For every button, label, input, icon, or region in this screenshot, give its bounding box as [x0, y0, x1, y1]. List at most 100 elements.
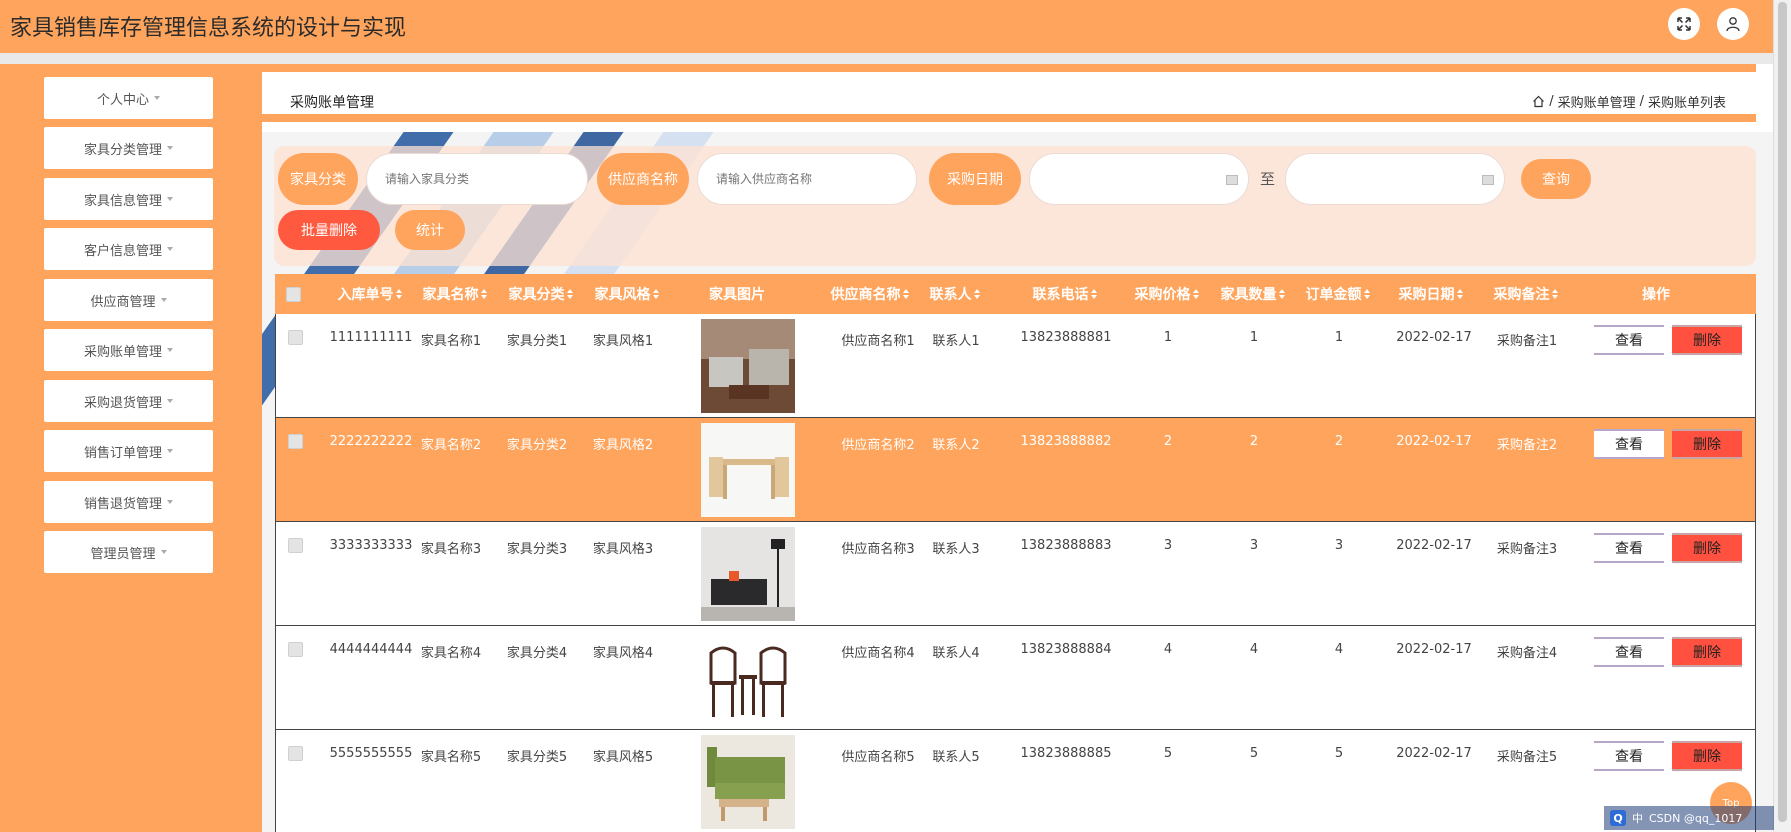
cell-quantity: 2 — [1249, 434, 1259, 449]
end-date-field[interactable] — [1285, 153, 1505, 205]
cell-price: 3 — [1163, 538, 1173, 553]
column-header-date[interactable]: 采购日期 — [1381, 274, 1481, 314]
column-header-id[interactable]: 入库单号 — [325, 274, 415, 314]
column-header-category[interactable]: 家具分类 — [491, 274, 591, 314]
breadcrumb-item-module[interactable]: 采购账单管理 — [1558, 92, 1636, 111]
column-header-supplier[interactable]: 供应商名称 — [815, 274, 925, 314]
column-header-note[interactable]: 采购备注 — [1476, 274, 1576, 314]
date-range-separator: 至 — [1260, 170, 1276, 188]
sidebar-item-furniture-info[interactable]: 家具信息管理 — [44, 178, 213, 220]
sidebar-item-label: 销售退货管理 — [83, 496, 162, 512]
view-button[interactable]: 查看 — [1594, 325, 1664, 355]
cell-contact: 联系人2 — [932, 438, 980, 453]
furniture-image[interactable] — [701, 735, 795, 829]
view-button[interactable]: 查看 — [1594, 429, 1664, 459]
table-row[interactable]: 4444444444 家具名称4 家具分类4 家具风格4 供应商名称4 联系人4… — [275, 626, 1756, 730]
cell-price: 4 — [1163, 642, 1173, 657]
sidebar-item-supplier[interactable]: 供应商管理 — [44, 279, 213, 321]
fullscreen-button[interactable] — [1668, 8, 1700, 40]
column-header-price[interactable]: 采购价格 — [1117, 274, 1217, 314]
cell-amount: 2 — [1334, 434, 1344, 449]
table-row[interactable]: 3333333333 家具名称3 家具分类3 家具风格3 供应商名称3 联系人3… — [275, 522, 1756, 626]
furniture-image[interactable] — [701, 319, 795, 413]
page-title: 采购账单管理 — [290, 95, 374, 111]
supplier-search-input[interactable] — [697, 153, 917, 205]
sidebar-item-label: 个人中心 — [96, 92, 149, 108]
cell-note: 采购备注4 — [1496, 646, 1558, 661]
select-all-checkbox[interactable] — [283, 274, 303, 314]
start-date-field[interactable] — [1029, 153, 1249, 205]
row-checkbox[interactable] — [288, 330, 303, 345]
breadcrumb-separator: / — [1639, 94, 1644, 109]
sidebar-item-admin[interactable]: 管理员管理 — [44, 531, 213, 573]
home-icon[interactable] — [1532, 95, 1545, 108]
sidebar-item-label: 采购账单管理 — [83, 344, 162, 360]
column-header-phone[interactable]: 联系电话 — [1005, 274, 1125, 314]
category-search-input[interactable] — [366, 153, 588, 205]
view-button[interactable]: 查看 — [1594, 741, 1664, 771]
header-divider — [0, 53, 1773, 64]
cell-quantity: 1 — [1249, 330, 1259, 345]
chevron-down-icon — [160, 550, 167, 554]
delete-button[interactable]: 删除 — [1672, 637, 1742, 667]
table-row[interactable]: 5555555555 家具名称5 家具分类5 家具风格5 供应商名称5 联系人5… — [275, 730, 1756, 832]
page-scrollbar[interactable] — [1773, 0, 1791, 832]
user-menu-button[interactable] — [1717, 8, 1749, 40]
ime-toolbar[interactable]: Q 中 CSDN @qq_1017 — [1604, 806, 1774, 830]
row-checkbox[interactable] — [288, 746, 303, 761]
column-header-name[interactable]: 家具名称 — [405, 274, 505, 314]
sidebar-item-customer[interactable]: 客户信息管理 — [44, 228, 213, 270]
cell-style: 家具风格2 — [592, 438, 654, 453]
sidebar-item-sales-order[interactable]: 销售订单管理 — [44, 430, 213, 472]
ime-logo-icon: Q — [1610, 810, 1626, 826]
column-header-image: 家具图片 — [709, 287, 765, 303]
sort-icon — [1278, 288, 1286, 300]
watermark-text: CSDN @qq_1017 — [1649, 811, 1743, 825]
sidebar-item-purchase-return[interactable]: 采购退货管理 — [44, 380, 213, 422]
sidebar-item-label: 销售订单管理 — [83, 445, 162, 461]
batch-delete-button[interactable]: 批量删除 — [278, 210, 380, 250]
sidebar-item-label: 采购退货管理 — [83, 395, 162, 411]
sort-icon — [480, 288, 488, 300]
delete-button[interactable]: 删除 — [1672, 325, 1742, 355]
scrollbar-thumb[interactable] — [1778, 2, 1787, 822]
view-button[interactable]: 查看 — [1594, 533, 1664, 563]
column-header-contact[interactable]: 联系人 — [915, 274, 995, 314]
sidebar-item-profile[interactable]: 个人中心 — [44, 77, 213, 119]
cell-contact: 联系人3 — [932, 542, 980, 557]
sort-icon — [395, 288, 403, 300]
sidebar-item-furniture-category[interactable]: 家具分类管理 — [44, 127, 213, 169]
furniture-image[interactable] — [701, 527, 795, 621]
sidebar-item-purchase-bill[interactable]: 采购账单管理 — [44, 329, 213, 371]
table-row[interactable]: 1111111111 家具名称1 家具分类1 家具风格1 供应商名称1 联系人1… — [275, 314, 1756, 418]
sidebar-item-sales-return[interactable]: 销售退货管理 — [44, 481, 213, 523]
row-checkbox[interactable] — [288, 538, 303, 553]
cell-date: 2022-02-17 — [1396, 538, 1472, 553]
chevron-down-icon — [167, 500, 173, 504]
table-row[interactable]: 2222222222 家具名称2 家具分类2 家具风格2 供应商名称2 联系人2… — [275, 418, 1756, 522]
delete-button[interactable]: 删除 — [1672, 533, 1742, 563]
breadcrumb-bar: 采购账单管理 / 采购账单管理 / 采购账单列表 — [262, 64, 1756, 122]
sidebar-item-label: 客户信息管理 — [83, 243, 162, 259]
ime-mode-label[interactable]: 中 — [1632, 810, 1643, 826]
delete-button[interactable]: 删除 — [1672, 741, 1742, 771]
category-label: 家具分类 — [278, 153, 358, 205]
view-button[interactable]: 查看 — [1594, 637, 1664, 667]
search-panel: 家具分类 供应商名称 采购日期 至 查询 批量删除 统计 — [274, 146, 1756, 266]
date-label: 采购日期 — [929, 153, 1021, 205]
main-content: 采购账单管理 / 采购账单管理 / 采购账单列表 家具分类 供应商名称 采购日期… — [262, 64, 1773, 832]
column-header-amount[interactable]: 订单金额 — [1288, 274, 1388, 314]
cell-contact: 联系人4 — [932, 646, 980, 661]
sort-icon — [902, 288, 910, 300]
furniture-image[interactable] — [701, 631, 795, 725]
cell-phone: 13823888881 — [1020, 330, 1112, 345]
delete-button[interactable]: 删除 — [1672, 429, 1742, 459]
calendar-icon — [1482, 175, 1494, 185]
row-checkbox[interactable] — [288, 434, 303, 449]
cell-date: 2022-02-17 — [1396, 746, 1472, 761]
row-checkbox[interactable] — [288, 642, 303, 657]
column-header-style[interactable]: 家具风格 — [577, 274, 677, 314]
furniture-image[interactable] — [701, 423, 795, 517]
stats-button[interactable]: 统计 — [395, 210, 465, 250]
query-button[interactable]: 查询 — [1521, 159, 1591, 199]
